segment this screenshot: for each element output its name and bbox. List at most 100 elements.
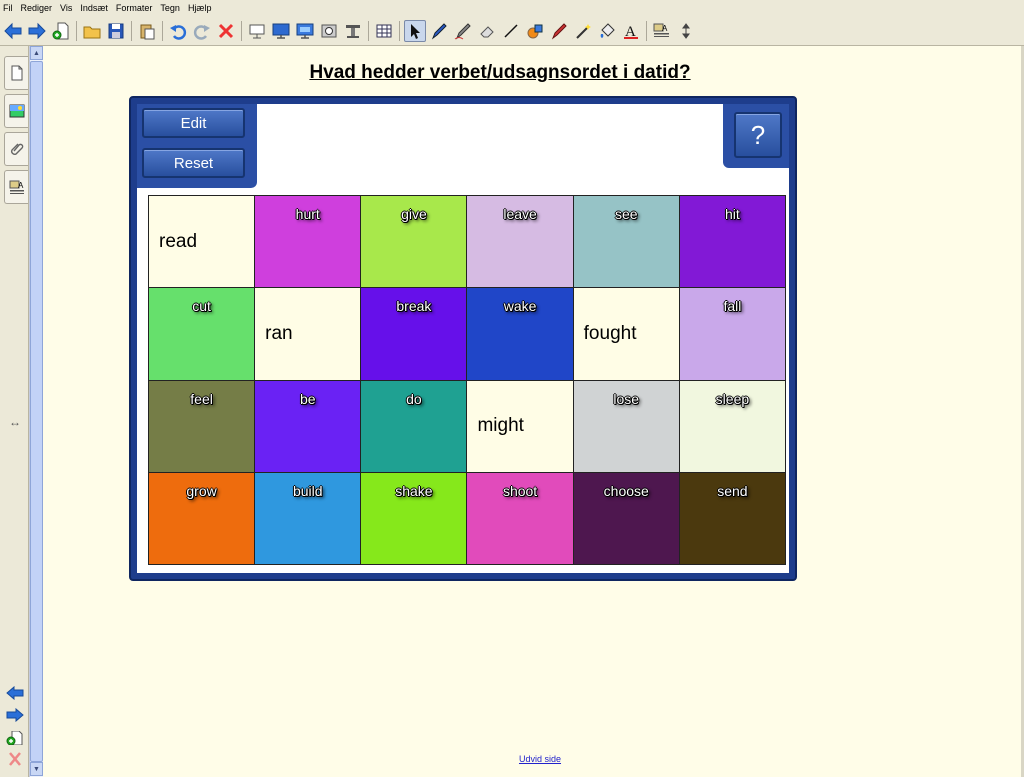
redo-button[interactable] xyxy=(191,20,213,42)
dual-display-button[interactable] xyxy=(294,20,316,42)
properties-icon: A xyxy=(9,180,24,194)
word-card[interactable]: build xyxy=(255,472,361,564)
menu-item-vis[interactable]: Vis xyxy=(60,0,72,17)
add-page-button[interactable] xyxy=(50,20,72,42)
next-page-button[interactable] xyxy=(5,706,25,724)
redo-icon xyxy=(193,25,210,40)
properties-tab[interactable]: A xyxy=(4,170,28,204)
word-card-label: lose xyxy=(613,390,640,407)
add-page-button[interactable] xyxy=(5,729,25,747)
widget-content: Edit Reset ? read hurt give leave see hit cut r… xyxy=(137,104,789,573)
select-arrow-icon xyxy=(411,24,420,39)
word-card[interactable]: fall xyxy=(679,288,785,380)
menu-item-indsæt[interactable]: Indsæt xyxy=(80,0,108,17)
word-card-label: feel xyxy=(190,390,213,407)
open-folder-button[interactable] xyxy=(81,20,103,42)
word-card-label: grow xyxy=(186,482,217,499)
scroll-up-button[interactable]: ▲ xyxy=(30,46,43,60)
word-card[interactable]: wake xyxy=(467,288,573,380)
scrollbar-thumb[interactable] xyxy=(30,61,43,762)
menu-item-formater[interactable]: Formater xyxy=(116,0,153,17)
properties-button[interactable]: A xyxy=(651,20,673,42)
extend-page-link[interactable]: Udvid side xyxy=(510,754,570,764)
reset-button[interactable]: Reset xyxy=(142,148,245,178)
word-card[interactable]: grow xyxy=(149,472,255,564)
word-card[interactable]: send xyxy=(679,472,785,564)
toolbar: AA xyxy=(0,17,1024,46)
gallery-tab[interactable] xyxy=(4,94,28,128)
word-card[interactable]: break xyxy=(361,288,467,380)
word-card-label: fall xyxy=(723,298,742,315)
eraser-button[interactable] xyxy=(476,20,498,42)
word-card[interactable]: feel xyxy=(149,380,255,472)
word-card[interactable]: sleep xyxy=(679,380,785,472)
creative-pen-button[interactable] xyxy=(452,20,474,42)
paste-button[interactable] xyxy=(136,20,158,42)
word-card-label: read xyxy=(159,230,198,252)
svg-text:A: A xyxy=(662,24,668,33)
line-button[interactable] xyxy=(500,20,522,42)
back-arrow-icon xyxy=(6,686,24,700)
previous-page-button[interactable] xyxy=(5,684,25,702)
save-icon xyxy=(108,23,124,39)
fill-button[interactable] xyxy=(596,20,618,42)
attachments-tab[interactable] xyxy=(4,132,28,166)
pen-button[interactable] xyxy=(428,20,450,42)
forward-arrow-icon xyxy=(28,22,46,40)
table-icon xyxy=(376,24,392,38)
svg-text:A: A xyxy=(18,181,24,190)
word-card-label: sleep xyxy=(715,390,750,407)
word-card[interactable]: might xyxy=(467,380,573,472)
resize-sidebar-handle[interactable]: ↔ xyxy=(5,413,25,431)
highlighter-button[interactable] xyxy=(548,20,570,42)
menu-item-fil[interactable]: Fil xyxy=(3,0,13,17)
word-card[interactable]: choose xyxy=(573,472,679,564)
shapes-button[interactable] xyxy=(524,20,546,42)
word-card[interactable]: ran xyxy=(255,288,361,380)
text-button[interactable]: A xyxy=(620,20,642,42)
capture-button[interactable] xyxy=(318,20,340,42)
word-card-label: hit xyxy=(725,206,740,222)
undo-button[interactable] xyxy=(167,20,189,42)
menu-item-tegn[interactable]: Tegn xyxy=(160,0,180,17)
word-card[interactable]: see xyxy=(573,196,679,288)
capture-icon xyxy=(321,24,337,38)
word-card[interactable]: do xyxy=(361,380,467,472)
delete-page-button[interactable] xyxy=(5,750,25,768)
forward-arrow-button[interactable] xyxy=(26,20,48,42)
word-card[interactable]: shake xyxy=(361,472,467,564)
word-card[interactable]: hit xyxy=(679,196,785,288)
help-button[interactable]: ? xyxy=(734,112,782,158)
table-button[interactable] xyxy=(373,20,395,42)
screen-shade-button[interactable] xyxy=(246,20,268,42)
menu-item-hjælp[interactable]: Hjælp xyxy=(188,0,212,17)
edit-button[interactable]: Edit xyxy=(142,108,245,138)
full-screen-button[interactable] xyxy=(270,20,292,42)
help-panel: ? xyxy=(723,104,789,168)
save-button[interactable] xyxy=(105,20,127,42)
word-card[interactable]: hurt xyxy=(255,196,361,288)
menu-item-rediger[interactable]: Rediger xyxy=(21,0,53,17)
page-sorter-tab[interactable] xyxy=(4,56,28,90)
select-arrow-button[interactable] xyxy=(404,20,426,42)
delete-icon xyxy=(9,752,21,766)
delete-button[interactable] xyxy=(215,20,237,42)
more-button[interactable] xyxy=(675,20,697,42)
magic-wand-button[interactable] xyxy=(572,20,594,42)
word-card[interactable]: fought xyxy=(573,288,679,380)
back-arrow-button[interactable] xyxy=(2,20,24,42)
word-card[interactable]: cut xyxy=(149,288,255,380)
vertical-scrollbar[interactable]: ▲ ▼ xyxy=(29,46,43,777)
word-card[interactable]: shoot xyxy=(467,472,573,564)
dual-display-icon xyxy=(296,23,314,39)
word-card-label: leave xyxy=(503,206,537,222)
word-card[interactable]: give xyxy=(361,196,467,288)
word-card[interactable]: leave xyxy=(467,196,573,288)
scroll-down-button[interactable]: ▼ xyxy=(30,762,43,776)
word-card[interactable]: be xyxy=(255,380,361,472)
properties-icon: A xyxy=(653,23,669,37)
word-card[interactable]: lose xyxy=(573,380,679,472)
word-card[interactable]: read xyxy=(149,196,255,288)
toolbar-separator xyxy=(76,21,77,41)
magic-pen-button[interactable] xyxy=(342,20,364,42)
